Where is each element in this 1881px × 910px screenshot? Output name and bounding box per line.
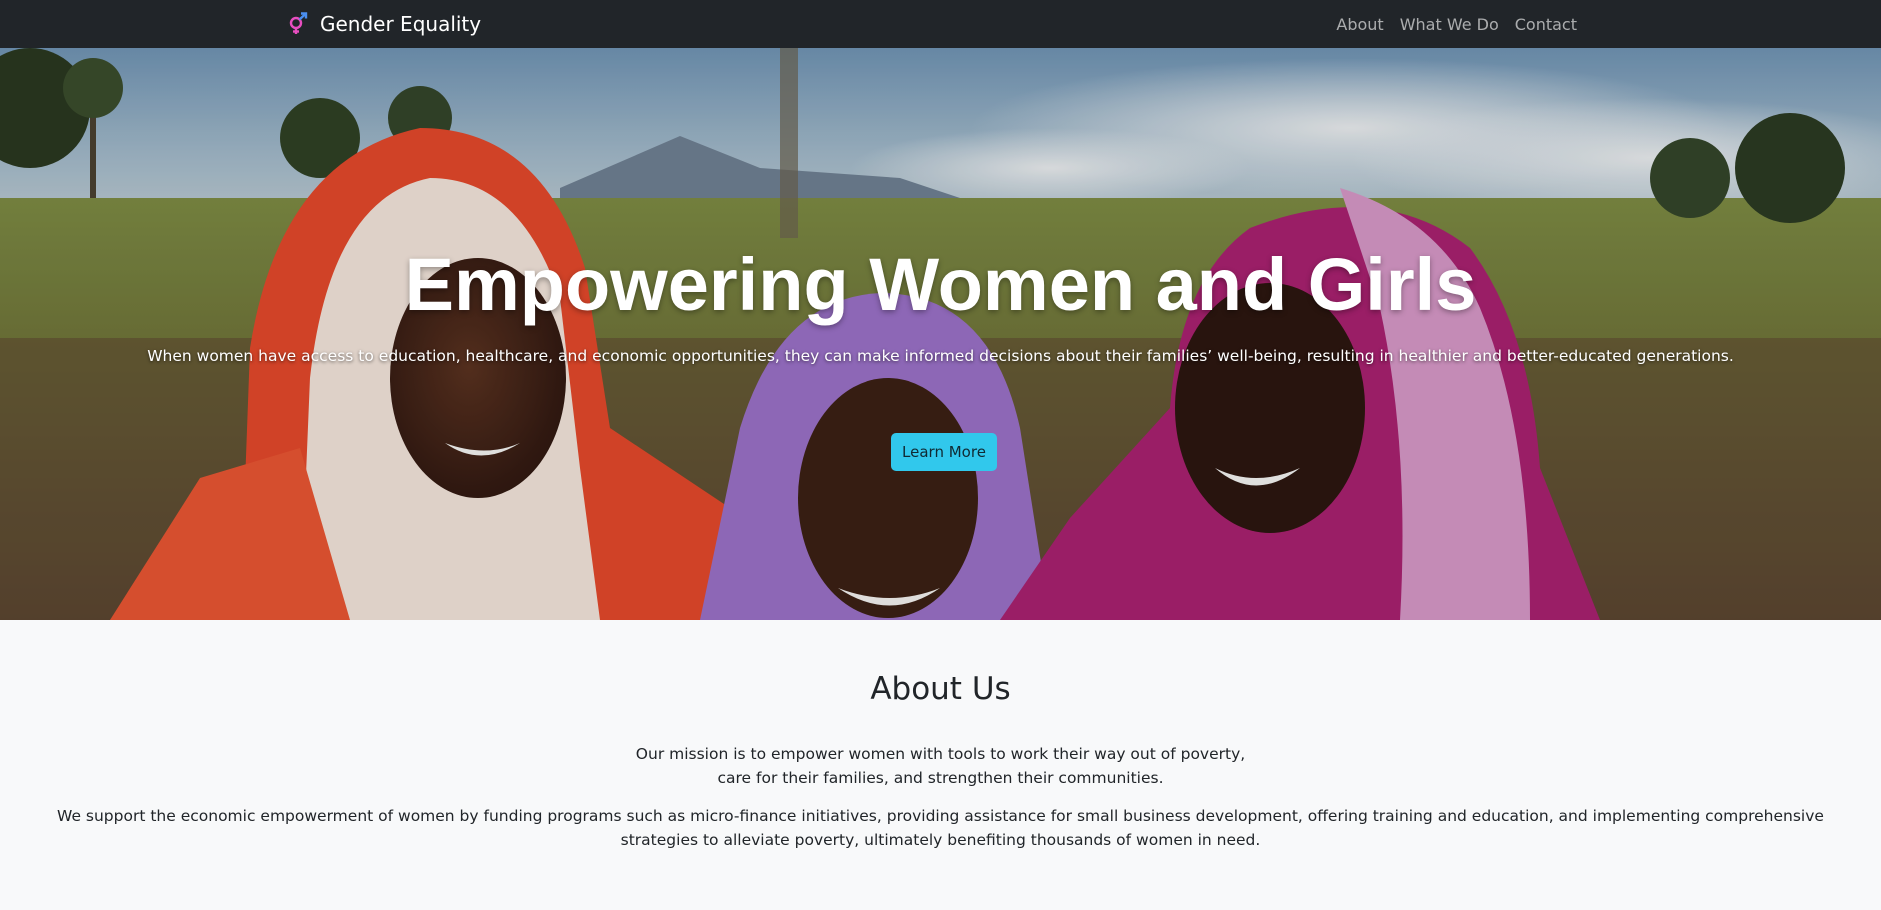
navbar: Gender Equality About What We Do Contact (0, 0, 1881, 48)
about-support-text: We support the economic empowerment of w… (57, 807, 1824, 849)
hero-title: Empowering Women and Girls (404, 243, 1477, 326)
hero-description: When women have access to education, hea… (147, 347, 1734, 365)
brand-text: Gender Equality (320, 12, 482, 36)
about-title: About Us (870, 671, 1011, 707)
hero-section: Empowering Women and Girls When women ha… (0, 48, 1881, 620)
brand-link[interactable]: Gender Equality (286, 0, 481, 48)
nav-links: About What We Do Contact (1336, 0, 1577, 48)
gender-symbol-icon (286, 12, 310, 36)
nav-link-contact[interactable]: Contact (1515, 15, 1577, 34)
learn-more-button[interactable]: Learn More (891, 433, 997, 471)
about-mission: Our mission is to empower women with too… (0, 742, 1881, 790)
about-mission-line-2: care for their families, and strengthen … (717, 769, 1164, 787)
nav-link-what-we-do[interactable]: What We Do (1400, 15, 1499, 34)
hero-background-photo (0, 48, 1881, 620)
about-mission-line-1: Our mission is to empower women with too… (635, 745, 1246, 763)
nav-link-about[interactable]: About (1336, 15, 1383, 34)
about-section: About Us Our mission is to empower women… (0, 620, 1881, 910)
